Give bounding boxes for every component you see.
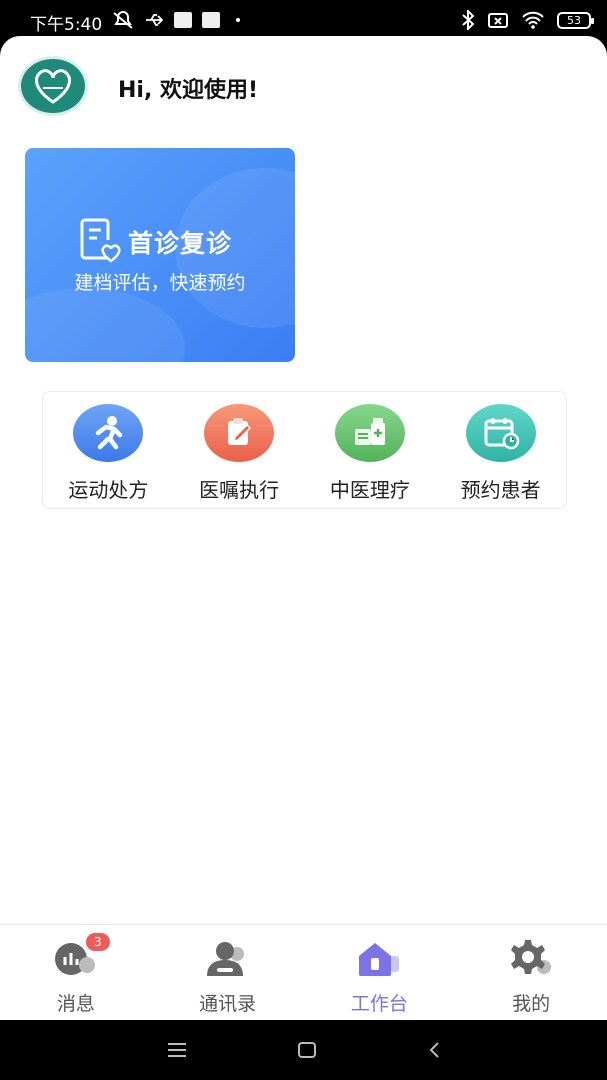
status-time: 下午5:40 (30, 15, 103, 35)
mute-alarm-icon (113, 11, 133, 29)
bottom-tabbar: 3 消息 通讯录 工作台 我的 (0, 924, 607, 1020)
quick-actions-panel: 运动处方 医嘱执行 中医理疗 预约患者 (42, 391, 567, 509)
status-left-icons (112, 11, 240, 29)
quick-action-exercise-prescription[interactable]: 运动处方 (46, 404, 171, 503)
notification-square-icon (174, 12, 192, 28)
quick-action-doctor-orders[interactable]: 医嘱执行 (177, 404, 302, 503)
clipboard-edit-icon (204, 404, 275, 462)
tab-label: 工作台 (350, 993, 408, 1015)
calendar-clock-icon (465, 404, 536, 462)
notification-square-icon (202, 12, 220, 28)
running-person-icon (73, 404, 144, 462)
tab-profile[interactable]: 我的 (455, 925, 607, 1020)
tab-label: 我的 (512, 993, 551, 1015)
usb-icon (146, 14, 164, 26)
gear-icon (507, 939, 555, 979)
tab-messages[interactable]: 3 消息 (0, 925, 152, 1020)
status-bar: 下午5:40 53 (0, 0, 607, 40)
home-square-icon[interactable] (297, 1041, 317, 1059)
tab-workbench[interactable]: 工作台 (304, 925, 456, 1020)
workbench-home-icon (355, 939, 403, 979)
tab-label: 通讯录 (199, 993, 257, 1015)
back-icon[interactable] (427, 1041, 441, 1059)
bluetooth-icon (462, 10, 475, 30)
hero-title: 首诊复诊 (128, 229, 233, 258)
battery-icon: 53 (557, 11, 594, 29)
more-notifications-dot (236, 18, 240, 22)
quick-action-tcm-therapy[interactable]: 中医理疗 (307, 404, 432, 503)
first-visit-card[interactable]: 首诊复诊 建档评估，快速预约 (25, 148, 295, 362)
document-heart-icon (80, 218, 121, 263)
greeting-title: Hi, 欢迎使用! (118, 78, 259, 103)
quick-action-label: 医嘱执行 (199, 478, 280, 502)
app-screen: Hi, 欢迎使用! 首诊复诊 建档评估，快速预约 运动处方 医嘱执行 中医理疗 … (0, 36, 607, 1020)
wifi-icon (522, 11, 544, 29)
quick-action-label: 中医理疗 (329, 478, 410, 502)
status-right-icons: 53 (461, 10, 594, 30)
tab-contacts[interactable]: 通讯录 (152, 925, 304, 1020)
no-sim-icon (488, 13, 508, 28)
system-nav-bar (0, 1020, 607, 1080)
quick-action-label: 预约患者 (460, 478, 541, 502)
heart-logo-icon (35, 69, 71, 104)
battery-level: 53 (567, 13, 581, 27)
quick-action-label: 运动处方 (68, 478, 149, 502)
medicine-icon (334, 404, 405, 462)
hero-bubble-decoration (25, 288, 185, 362)
hero-subtitle: 建档评估，快速预约 (74, 272, 246, 294)
unread-badge: 3 (85, 933, 110, 951)
contacts-icon (204, 939, 252, 979)
quick-action-appointment-patients[interactable]: 预约患者 (438, 404, 563, 503)
message-chart-icon: 3 (52, 933, 110, 979)
tab-label: 消息 (56, 993, 95, 1015)
hospital-logo-avatar[interactable] (18, 56, 88, 116)
menu-icon[interactable] (167, 1043, 187, 1057)
